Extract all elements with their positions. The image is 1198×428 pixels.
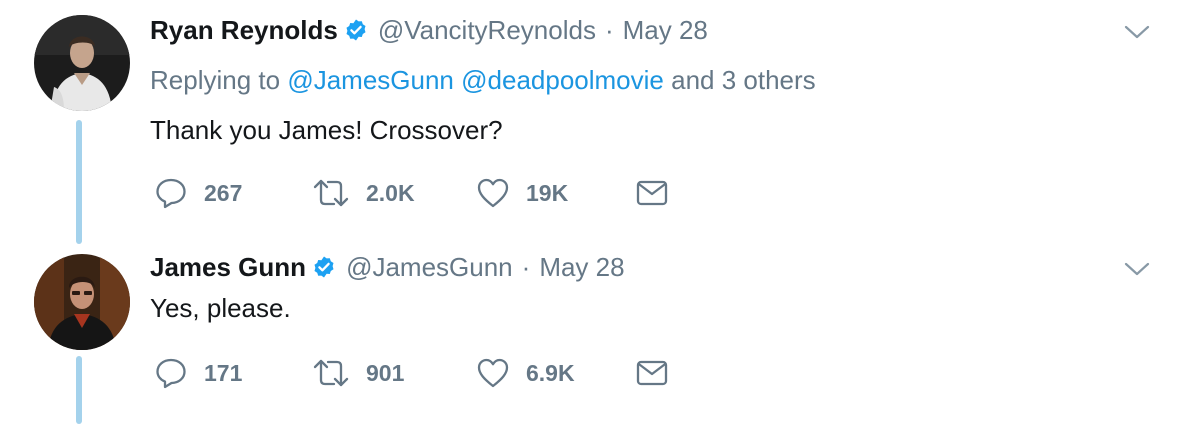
author-handle[interactable]: @VancityReynolds <box>378 15 596 45</box>
tweet[interactable]: Ryan Reynolds @VancityReynolds · May 28 … <box>0 0 1198 248</box>
tweet-actions: 267 2.0K 19K <box>150 173 710 213</box>
verified-badge-icon <box>344 18 368 42</box>
mention-link[interactable]: @deadpoolmovie <box>461 65 664 95</box>
verified-badge-icon <box>312 255 336 279</box>
like-icon <box>476 356 510 390</box>
mention-link[interactable]: @JamesGunn <box>287 65 454 95</box>
tweet-date[interactable]: May 28 <box>539 252 624 282</box>
avatar-photo <box>34 15 130 111</box>
reply-button[interactable]: 267 <box>154 173 242 213</box>
author-handle[interactable]: @JamesGunn <box>346 252 513 282</box>
author-name[interactable]: Ryan Reynolds <box>150 15 338 45</box>
retweet-icon <box>312 356 350 390</box>
reply-icon <box>154 356 188 390</box>
retweet-icon <box>312 176 350 210</box>
retweet-button[interactable]: 901 <box>312 353 404 393</box>
chevron-down-icon[interactable] <box>1124 24 1150 40</box>
tweet-text: Yes, please. <box>150 293 291 323</box>
direct-message-button[interactable] <box>636 353 668 393</box>
separator-dot: · <box>604 15 614 45</box>
direct-message-icon <box>636 359 668 387</box>
chevron-down-icon[interactable] <box>1124 261 1150 277</box>
like-button[interactable]: 6.9K <box>476 353 575 393</box>
retweet-count: 2.0K <box>366 179 415 206</box>
thread-line <box>76 120 82 244</box>
reply-count: 267 <box>204 179 243 206</box>
avatar[interactable] <box>34 15 130 111</box>
tweet-actions: 171 901 6.9K <box>150 353 710 393</box>
avatar-photo <box>34 254 130 350</box>
tweet-header: Ryan Reynolds @VancityReynolds · May 28 <box>150 15 708 45</box>
direct-message-icon <box>636 179 668 207</box>
like-icon <box>476 176 510 210</box>
reply-count: 171 <box>204 359 243 386</box>
thread-line <box>76 356 82 424</box>
retweet-count: 901 <box>366 359 405 386</box>
reply-button[interactable]: 171 <box>154 353 242 393</box>
tweet[interactable]: James Gunn @JamesGunn · May 28 Yes, plea… <box>0 248 1198 428</box>
direct-message-button[interactable] <box>636 173 668 213</box>
avatar[interactable] <box>34 254 130 350</box>
replying-to-others[interactable]: and 3 others <box>671 65 816 95</box>
tweet-date[interactable]: May 28 <box>623 15 708 45</box>
tweet-text: Thank you James! Crossover? <box>150 115 503 145</box>
replying-to: Replying to @JamesGunn @deadpoolmovie an… <box>150 65 816 95</box>
reply-icon <box>154 176 188 210</box>
author-name[interactable]: James Gunn <box>150 252 306 282</box>
retweet-button[interactable]: 2.0K <box>312 173 415 213</box>
tweet-header: James Gunn @JamesGunn · May 28 <box>150 252 625 282</box>
like-count: 6.9K <box>526 359 575 386</box>
like-count: 19K <box>526 179 569 206</box>
separator-dot: · <box>521 252 531 282</box>
replying-to-label: Replying to <box>150 65 281 95</box>
like-button[interactable]: 19K <box>476 173 568 213</box>
